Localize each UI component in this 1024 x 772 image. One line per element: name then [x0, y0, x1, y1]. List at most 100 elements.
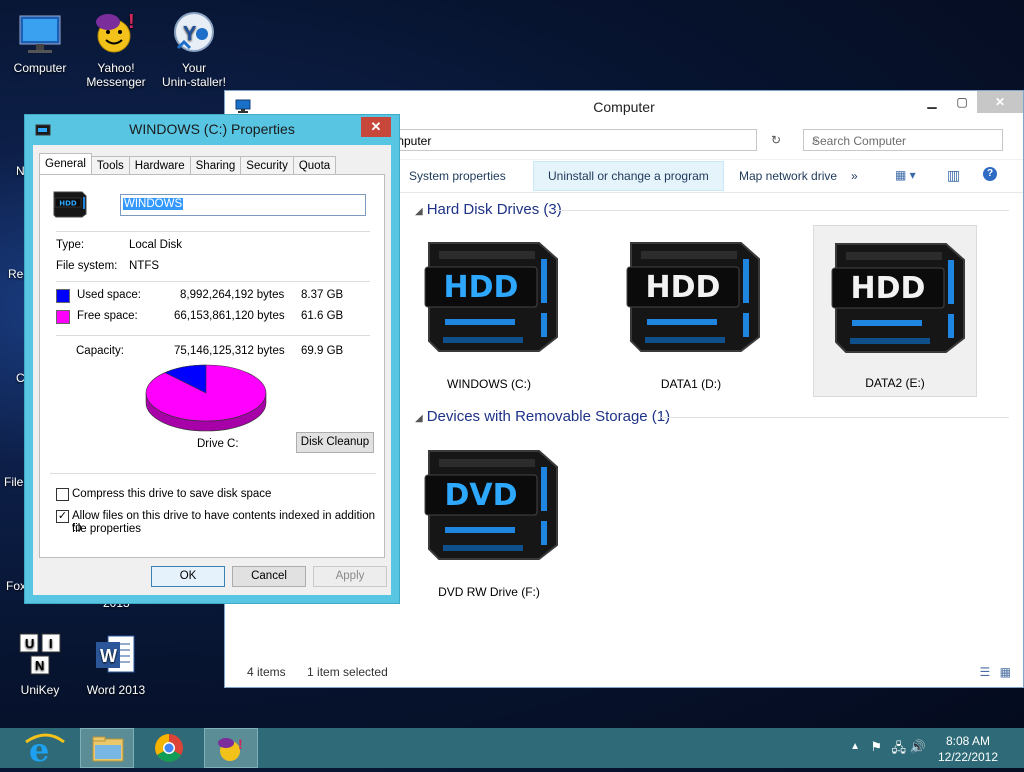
tab-security[interactable]: Security	[240, 156, 294, 175]
status-bar: 4 items 1 item selected	[247, 665, 406, 679]
compress-label: Compress this drive to save disk space	[72, 488, 272, 500]
svg-text:DVD: DVD	[444, 478, 517, 513]
help-icon[interactable]: ?	[983, 167, 997, 181]
internet-explorer-icon: e	[25, 731, 65, 769]
capacity-size: 69.9 GB	[301, 345, 344, 357]
chevron-down-icon[interactable]: ◢	[415, 206, 423, 217]
drive-label: DVD RW Drive (F:)	[438, 585, 540, 599]
free-space-size: 61.6 GB	[301, 310, 344, 322]
drive-label: DATA1 (D:)	[660, 377, 722, 391]
monitor-icon	[16, 10, 64, 58]
desktop-icon-yahoo-messenger[interactable]: ! Yahoo! Messenger	[78, 10, 154, 89]
folder-icon	[92, 736, 124, 762]
capacity-bytes: 75,146,125,312 bytes	[174, 345, 285, 357]
desktop-icon-computer[interactable]: Computer	[2, 10, 78, 75]
svg-text:HDD: HDD	[851, 271, 926, 306]
drive-data2-e[interactable]: HDD DATA2 (E:)	[813, 225, 977, 397]
item-count: 4 items	[247, 665, 286, 679]
tab-quota[interactable]: Quota	[292, 156, 337, 175]
desktop-icon-word-2013[interactable]: W Word 2013	[78, 632, 154, 697]
close-button[interactable]: ✕	[977, 91, 1023, 113]
svg-text:U: U	[25, 636, 34, 651]
cancel-button[interactable]: Cancel	[232, 566, 306, 587]
network-icon[interactable]: 🖧	[892, 739, 907, 761]
type-value: Local Disk	[129, 239, 183, 251]
taskbar-file-explorer[interactable]	[80, 728, 134, 768]
preview-pane-icon[interactable]: ▥	[947, 167, 960, 184]
svg-text:HDD: HDD	[444, 270, 519, 305]
search-input[interactable]: Search Computer ⌕	[803, 129, 1003, 151]
desktop-icon-label: Your	[181, 61, 207, 75]
hdd-icon: HDD	[831, 243, 965, 353]
taskbar-chrome[interactable]	[142, 728, 196, 768]
drive-dvd-rw-f[interactable]: DVD DVD RW Drive (F:)	[407, 433, 571, 605]
clock[interactable]: 8:08 AM 12/22/2012	[928, 733, 1008, 765]
desktop-icon-your-uninstaller[interactable]: Y Your Unin-staller!	[156, 10, 232, 89]
free-space-bytes: 66,153,861,120 bytes	[174, 310, 285, 322]
hdd-icon: HDD	[52, 189, 88, 222]
svg-text:I: I	[49, 636, 53, 651]
volume-icon[interactable]: 🔊	[910, 739, 926, 755]
svg-text:HDD: HDD	[59, 200, 77, 208]
compress-checkbox[interactable]	[56, 488, 69, 501]
group-title: Hard Disk Drives (3)	[426, 201, 562, 218]
clock-time: 8:08 AM	[945, 734, 991, 748]
clock-date: 12/22/2012	[937, 750, 999, 764]
general-tab-page: HDD WINDOWS Type: Local Disk File system…	[39, 174, 385, 558]
action-center-flag-icon[interactable]: ⚑	[870, 739, 882, 755]
yahoo-messenger-icon: !	[92, 10, 140, 58]
drive-windows-c[interactable]: HDD WINDOWS (C:)	[407, 225, 571, 397]
system-properties-button[interactable]: System properties	[395, 160, 520, 192]
group-header-removable-storage[interactable]: ◢ Devices with Removable Storage (1)	[415, 408, 670, 425]
drive-name-text: WINDOWS	[123, 198, 184, 210]
show-hidden-icons-icon[interactable]: ▲	[850, 741, 860, 752]
dialog-close-button[interactable]: ✕	[361, 117, 391, 137]
tab-general[interactable]: General	[39, 153, 92, 175]
tab-tools[interactable]: Tools	[90, 156, 130, 175]
chevron-down-icon[interactable]: ◢	[415, 413, 423, 424]
map-network-drive-button[interactable]: Map network drive	[725, 160, 851, 192]
used-space-bytes: 8,992,264,192 bytes	[180, 289, 285, 301]
taskbar: e ! ▲ ⚑ 🖧 🔊 8:08 AM 12/22/2012	[0, 728, 1024, 769]
refresh-icon[interactable]: ↻	[765, 130, 787, 150]
desktop-icon-unikey[interactable]: UIN UniKey	[2, 632, 78, 697]
chrome-icon	[155, 734, 183, 762]
uninstall-program-button[interactable]: Uninstall or change a program	[533, 161, 724, 191]
properties-dialog[interactable]: WINDOWS (C:) Properties ✕ General Tools …	[24, 114, 400, 604]
free-space-label: Free space:	[77, 310, 138, 322]
large-icons-view-icon[interactable]: ▦	[1000, 665, 1011, 679]
desktop-icon-label: Unin-staller!	[161, 75, 227, 89]
maximize-button[interactable]: ▢	[947, 91, 977, 113]
search-icon: ⌕	[812, 133, 819, 147]
drive-name-input[interactable]: WINDOWS	[120, 194, 366, 216]
taskbar-internet-explorer[interactable]: e	[18, 728, 72, 769]
tab-hardware[interactable]: Hardware	[128, 156, 191, 175]
desktop-icon-label: Computer	[13, 61, 67, 75]
file-system-label: File system:	[56, 260, 118, 272]
type-label: Type:	[56, 239, 85, 251]
more-commands-button[interactable]: »	[847, 160, 862, 192]
drive-caption: Drive C:	[197, 438, 239, 450]
command-bar: System properties Uninstall or change a …	[385, 159, 1023, 193]
index-checkbox[interactable]: ✓	[56, 510, 69, 523]
group-header-hard-disk-drives[interactable]: ◢ Hard Disk Drives (3)	[415, 201, 562, 218]
hdd-icon: HDD	[424, 242, 558, 352]
change-view-icon[interactable]: ▦ ▾	[895, 168, 916, 182]
chevron-down-icon[interactable]: ⌵	[394, 133, 750, 144]
minimize-button[interactable]: ▁	[917, 91, 947, 113]
apply-button[interactable]: Apply	[313, 566, 387, 587]
details-view-icon[interactable]: ☰	[980, 665, 991, 679]
svg-text:W: W	[100, 646, 117, 666]
explorer-title: Computer	[593, 99, 655, 115]
unikey-icon: UIN	[16, 632, 64, 680]
ok-button[interactable]: OK	[151, 566, 225, 587]
drive-label: DATA2 (E:)	[865, 376, 925, 390]
drive-data1-d[interactable]: HDD DATA1 (D:)	[609, 225, 773, 397]
desktop-icon-label: Yahoo!	[97, 61, 135, 75]
word-icon: W	[92, 632, 140, 680]
address-bar[interactable]: mputer ⌵	[385, 129, 757, 151]
dialog-title: WINDOWS (C:) Properties	[129, 121, 295, 137]
taskbar-yahoo-messenger[interactable]: !	[204, 728, 258, 768]
tab-sharing[interactable]: Sharing	[189, 156, 242, 175]
disk-cleanup-button[interactable]: Disk Cleanup	[296, 432, 374, 453]
